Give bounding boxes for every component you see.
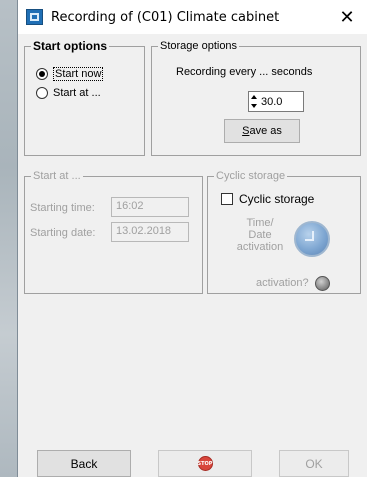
starting-time-field: 16:02: [111, 197, 189, 217]
start-now-radio[interactable]: [36, 68, 48, 80]
storage-options-group: Storage options Recording every ... seco…: [151, 39, 361, 156]
dialog-window: Recording of (C01) Climate cabinet ✕ Sta…: [17, 0, 367, 477]
start-at-label[interactable]: Start at ...: [53, 87, 101, 99]
starting-time-label: Starting time:: [30, 202, 95, 214]
starting-date-label: Starting date:: [30, 227, 96, 239]
time-label-line2: Date: [248, 229, 272, 241]
starting-date-field: 13.02.2018: [111, 222, 189, 242]
cyclic-storage-legend: Cyclic storage: [214, 169, 288, 183]
recording-interval-spinner[interactable]: 30.0: [248, 91, 304, 112]
stop-button[interactable]: STOP: [158, 450, 252, 477]
app-icon: [26, 9, 43, 25]
start-options-group: Start options Start now Start at ...: [24, 39, 145, 156]
start-at-radio[interactable]: [36, 87, 48, 99]
start-at-group: Start at ... Starting time: 16:02 Starti…: [24, 169, 203, 294]
ok-button[interactable]: OK: [279, 450, 349, 477]
cyclic-storage-checkbox[interactable]: [221, 193, 233, 205]
save-as-rest: ave as: [249, 125, 282, 137]
time-label-line1: Time/: [246, 217, 274, 229]
cyclic-storage-group: Cyclic storage Cyclic storage Time/ Date…: [207, 169, 361, 294]
save-as-button[interactable]: Save as: [224, 119, 300, 143]
start-now-label[interactable]: Start now: [53, 67, 104, 81]
clock-icon[interactable]: [294, 221, 330, 257]
ok-label: OK: [305, 456, 323, 471]
recording-interval-value[interactable]: 30.0: [261, 96, 282, 108]
start-at-option[interactable]: Start at ...: [36, 87, 101, 99]
save-as-label: Save as: [242, 125, 282, 137]
recording-interval-label: Recording every ... seconds: [176, 66, 313, 78]
start-options-legend: Start options: [31, 39, 109, 53]
start-now-option[interactable]: Start now: [36, 67, 104, 81]
title-bar[interactable]: Recording of (C01) Climate cabinet ✕: [18, 0, 367, 34]
spinner-arrows-icon[interactable]: [251, 93, 258, 110]
stop-icon: STOP: [197, 456, 213, 471]
window-title: Recording of (C01) Climate cabinet: [51, 10, 280, 25]
activation-status-label: activation?: [256, 277, 309, 289]
back-label: Back: [70, 456, 98, 471]
start-at-legend: Start at ...: [31, 169, 83, 183]
cyclic-storage-label[interactable]: Cyclic storage: [239, 192, 314, 206]
time-label-line3: activation: [236, 241, 284, 253]
close-button[interactable]: ✕: [326, 0, 367, 34]
activation-led-icon: [315, 276, 330, 291]
back-button[interactable]: Back: [37, 450, 131, 477]
storage-options-legend: Storage options: [158, 39, 240, 53]
time-date-activation-label: Time/ Date activation: [234, 217, 286, 253]
